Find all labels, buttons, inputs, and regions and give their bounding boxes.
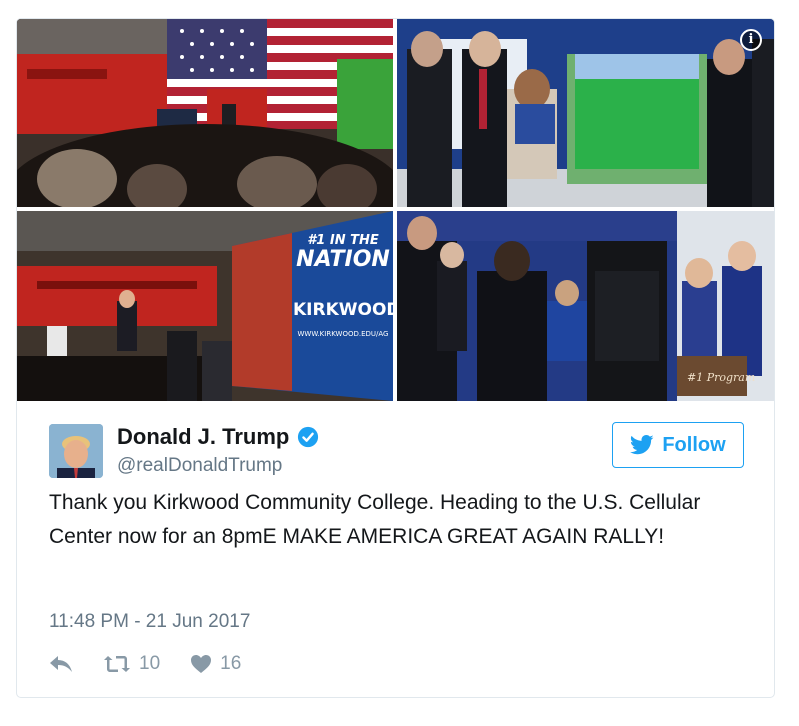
banner-line2: NATION [296, 247, 390, 272]
retweet-button[interactable]: 10 [103, 653, 160, 675]
heart-icon [191, 655, 212, 673]
simulator-photo [397, 19, 774, 207]
verified-badge-icon [298, 426, 319, 448]
rally-photo-1 [17, 19, 393, 207]
follow-label: Follow [662, 433, 726, 456]
banner-url: WWW.KIRKWOOD.EDU/AG [297, 330, 389, 338]
tweet-actions: 10 16 [49, 651, 241, 677]
photo-4[interactable]: #1 Program [397, 211, 774, 401]
program-sign: #1 Program [687, 371, 756, 384]
retweet-icon [104, 656, 130, 672]
reply-button[interactable] [49, 655, 73, 673]
reply-icon [50, 656, 72, 672]
tweet-text: Thank you Kirkwood Community College. He… [49, 491, 701, 548]
author-row: Donald J. Trump [117, 424, 319, 450]
like-count: 16 [220, 653, 242, 674]
banner-text: #1 IN THE NATION KIRKWOOD WWW.KIRKWOOD.E… [293, 233, 393, 338]
photo-3[interactable]: #1 IN THE NATION KIRKWOOD WWW.KIRKWOOD.E… [17, 211, 393, 401]
photo-1[interactable] [17, 19, 393, 207]
follow-button[interactable]: Follow [612, 422, 744, 468]
info-icon[interactable]: i [740, 29, 762, 51]
media-grid: i #1 IN THE NATION KIRKWOOD WWW.KIRKWOOD… [17, 19, 774, 401]
author-handle[interactable]: @realDonaldTrump [117, 455, 282, 477]
like-button[interactable]: 16 [190, 653, 241, 675]
avatar-image [49, 424, 103, 478]
author-name[interactable]: Donald J. Trump [117, 424, 289, 450]
banner-brand: KIRKWOOD [293, 300, 393, 320]
tweet-timestamp[interactable]: 11:48 PM - 21 Jun 2017 [49, 611, 250, 633]
photo-2[interactable]: i [397, 19, 774, 207]
tweet-card: i #1 IN THE NATION KIRKWOOD WWW.KIRKWOOD… [16, 18, 775, 698]
banner-line1: #1 IN THE [307, 233, 379, 248]
avatar[interactable] [49, 424, 103, 478]
retweet-count: 10 [139, 653, 161, 674]
twitter-bird-icon [630, 435, 654, 455]
